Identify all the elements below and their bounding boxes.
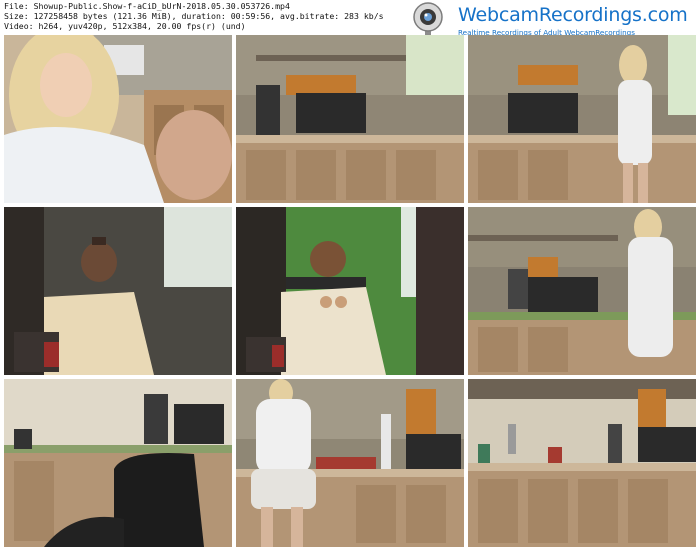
brand-logo: WebcamRecordings.com Realtime Recordings…: [402, 1, 698, 44]
file-size-text: Size: 127258458 bytes (121.36 MiB), dura…: [4, 11, 384, 21]
brand-name: WebcamRecordings.com: [458, 4, 688, 26]
thumbnail-8: [236, 379, 464, 547]
thumbnail-3: [468, 35, 696, 203]
thumbnail-grid: [4, 35, 696, 553]
thumbnail-5: [236, 207, 464, 375]
thumbnail-7: [4, 379, 232, 547]
thumbnail-1: [4, 35, 232, 203]
video-info-text: Video: h264, yuv420p, 512x384, 20.00 fps…: [4, 21, 246, 31]
file-name-text: File: Showup-Public.Show-f-aCiD_bUrN-201…: [4, 1, 290, 11]
thumbnail-4: [4, 207, 232, 375]
info-header: File: Showup-Public.Show-f-aCiD_bUrN-201…: [0, 0, 700, 44]
thumbnail-6: [468, 207, 696, 375]
thumbnail-2: [236, 35, 464, 203]
thumbnail-9: [468, 379, 696, 547]
